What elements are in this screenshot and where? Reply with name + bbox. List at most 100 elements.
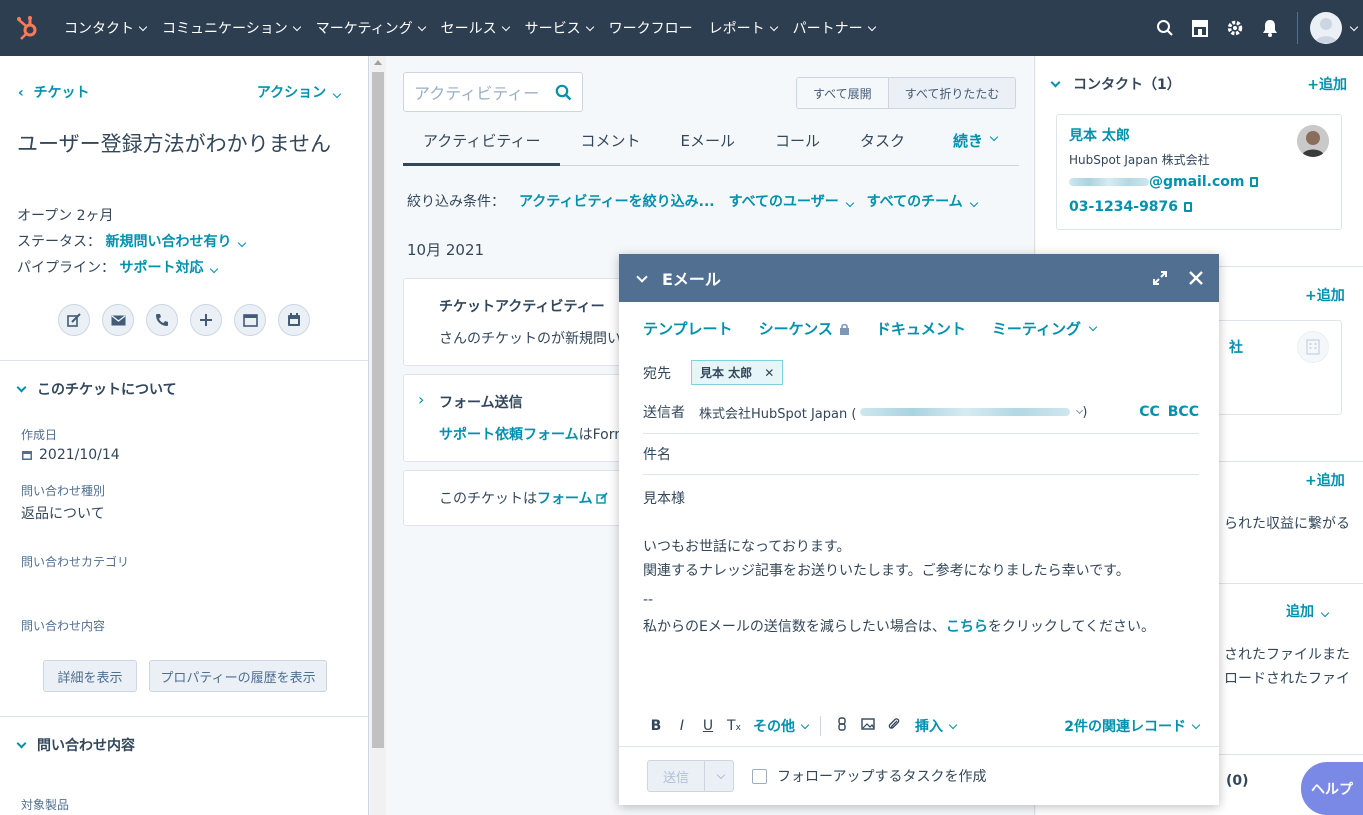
expand-arrows-icon[interactable] <box>1153 271 1167 285</box>
marketplace-icon[interactable] <box>1182 0 1217 56</box>
status-dropdown[interactable]: 新規問い合わせ有り <box>105 234 247 250</box>
bold-button[interactable]: B <box>643 718 669 734</box>
nav-item-0[interactable]: コンタクト <box>56 18 154 38</box>
pipeline-dropdown[interactable]: サポート対応 <box>119 260 219 276</box>
clear-format-icon[interactable]: Tx <box>721 718 747 734</box>
divider <box>643 433 1199 434</box>
italic-button[interactable]: I <box>669 718 695 734</box>
task-window-icon[interactable] <box>234 304 266 336</box>
meeting-calendar-icon[interactable] <box>278 304 310 336</box>
property-history-button[interactable]: プロパティーの履歴を表示 <box>149 660 327 692</box>
tab-more-dropdown[interactable]: 続き <box>933 126 1017 166</box>
form-link[interactable]: フォーム <box>537 488 593 508</box>
inquiry-type-value[interactable]: 返品について <box>21 503 105 523</box>
scrollbar-thumb[interactable] <box>372 72 384 748</box>
sidebar-scrollbar[interactable] <box>370 56 386 815</box>
send-button[interactable]: 送信 <box>648 761 705 791</box>
help-button[interactable]: ヘルプ <box>1301 762 1363 815</box>
more-format-dropdown[interactable]: その他 <box>753 716 810 736</box>
copy-icon[interactable] <box>1184 202 1193 212</box>
email-icon[interactable] <box>102 304 134 336</box>
company-building-icon <box>1297 331 1329 363</box>
created-date-value[interactable]: 2021/10/14 <box>21 447 120 463</box>
actions-dropdown[interactable]: アクション <box>257 82 342 102</box>
nav-item-2[interactable]: マーケティング <box>308 18 433 38</box>
notifications-bell-icon[interactable] <box>1252 0 1287 56</box>
sequence-button[interactable]: シーケンス <box>759 318 850 339</box>
about-ticket-section-header[interactable]: このチケットについて <box>16 379 177 399</box>
attachment-paperclip-icon[interactable] <box>881 717 907 735</box>
filter-teams-dropdown[interactable]: すべてのチーム <box>867 191 978 211</box>
add-deal-button[interactable]: +追加 <box>1305 470 1345 490</box>
copy-icon[interactable] <box>1250 177 1259 187</box>
divider <box>643 474 1199 475</box>
nav-item-5[interactable]: ワークフロー <box>601 18 701 38</box>
activity-search-input[interactable]: アクティビティー <box>403 72 583 112</box>
show-details-button[interactable]: 詳細を表示 <box>43 660 137 692</box>
add-contact-button[interactable]: +追加 <box>1307 74 1347 94</box>
chevron-right-icon[interactable]: › <box>418 390 424 409</box>
meetings-dropdown[interactable]: ミーティング <box>992 318 1098 339</box>
contact-email[interactable]: @gmail.com <box>1069 174 1259 190</box>
subject-field[interactable]: 件名 <box>643 444 1199 464</box>
filter-users-dropdown[interactable]: すべてのユーザー <box>729 191 854 211</box>
add-attachment-dropdown[interactable]: 追加 <box>1286 601 1330 621</box>
form-link[interactable]: サポート依頼フォーム <box>439 427 579 443</box>
nav-item-label: コミュニケーション <box>162 21 288 37</box>
followup-task-option[interactable]: フォローアップするタスクを作成 <box>752 766 986 786</box>
back-to-tickets-link[interactable]: ‹ チケット <box>18 82 90 102</box>
call-phone-icon[interactable] <box>146 304 178 336</box>
nav-item-6[interactable]: レポート <box>701 18 785 38</box>
recipient-chip[interactable]: 見本 太郎 ✕ <box>691 360 784 385</box>
insert-label: 挿入 <box>915 719 943 735</box>
nav-item-1[interactable]: コミュニケーション <box>154 18 308 38</box>
company-name-link[interactable]: 社 <box>1229 337 1243 357</box>
unsubscribe-link[interactable]: こちら <box>946 619 988 635</box>
underline-button[interactable]: U <box>695 718 721 734</box>
remove-recipient-icon[interactable]: ✕ <box>764 366 774 380</box>
close-icon[interactable] <box>1189 271 1203 285</box>
inquiry-section-header[interactable]: 問い合わせ内容 <box>16 735 135 755</box>
tab-0[interactable]: アクティビティー <box>403 126 561 166</box>
settings-gear-icon[interactable] <box>1217 0 1252 56</box>
nav-item-3[interactable]: セールス <box>433 18 517 38</box>
tab-2[interactable]: Eメール <box>660 126 754 166</box>
chevron-down-icon <box>16 382 27 392</box>
chevron-down-icon <box>238 238 247 248</box>
contact-name-link[interactable]: 見本 太郎 <box>1069 125 1130 145</box>
contacts-section-toggle[interactable]: コンタクト（1） <box>1050 74 1181 94</box>
search-icon[interactable] <box>1147 0 1182 56</box>
tab-3[interactable]: コール <box>755 126 840 166</box>
hubspot-logo-icon[interactable] <box>0 0 56 56</box>
tab-4[interactable]: タスク <box>840 126 925 166</box>
from-dropdown[interactable]: 株式会社HubSpot Japan () <box>699 403 1088 422</box>
add-icon[interactable] <box>190 304 222 336</box>
related-records-dropdown[interactable]: 2件の関連レコード <box>1064 716 1201 736</box>
add-company-button[interactable]: +追加 <box>1305 285 1345 305</box>
note-icon[interactable] <box>58 304 90 336</box>
link-icon[interactable] <box>829 717 855 735</box>
contact-phone[interactable]: 03-1234-9876 <box>1069 199 1193 215</box>
created-date-label: 作成日 <box>21 428 58 442</box>
cc-button[interactable]: CC <box>1139 404 1160 420</box>
ticket-title[interactable]: ユーザー登録方法がわかりません <box>17 128 347 160</box>
filter-activity-dropdown[interactable]: アクティビティーを絞り込み... <box>519 191 715 211</box>
template-button[interactable]: テンプレート <box>643 318 733 339</box>
account-menu[interactable] <box>1310 12 1363 44</box>
minimize-chevron-icon[interactable] <box>636 270 648 283</box>
filter-label: 絞り込み条件： <box>407 194 505 210</box>
scroll-up-arrow-icon[interactable] <box>374 60 382 65</box>
insert-dropdown[interactable]: 挿入 <box>915 716 958 736</box>
open-duration: オープン 2ヶ月 <box>17 208 114 224</box>
image-icon[interactable] <box>855 718 881 734</box>
collapse-all-button[interactable]: すべて折りたたむ <box>887 78 1016 108</box>
documents-button[interactable]: ドキュメント <box>876 318 966 339</box>
followup-checkbox[interactable] <box>752 768 767 784</box>
nav-item-7[interactable]: パートナー <box>785 18 883 38</box>
expand-all-button[interactable]: すべて展開 <box>797 78 888 108</box>
bcc-button[interactable]: BCC <box>1168 404 1199 420</box>
send-options-dropdown[interactable] <box>705 761 733 791</box>
nav-item-4[interactable]: サービス <box>517 18 601 38</box>
tab-1[interactable]: コメント <box>560 126 660 166</box>
section-title: 問い合わせ内容 <box>37 738 135 754</box>
